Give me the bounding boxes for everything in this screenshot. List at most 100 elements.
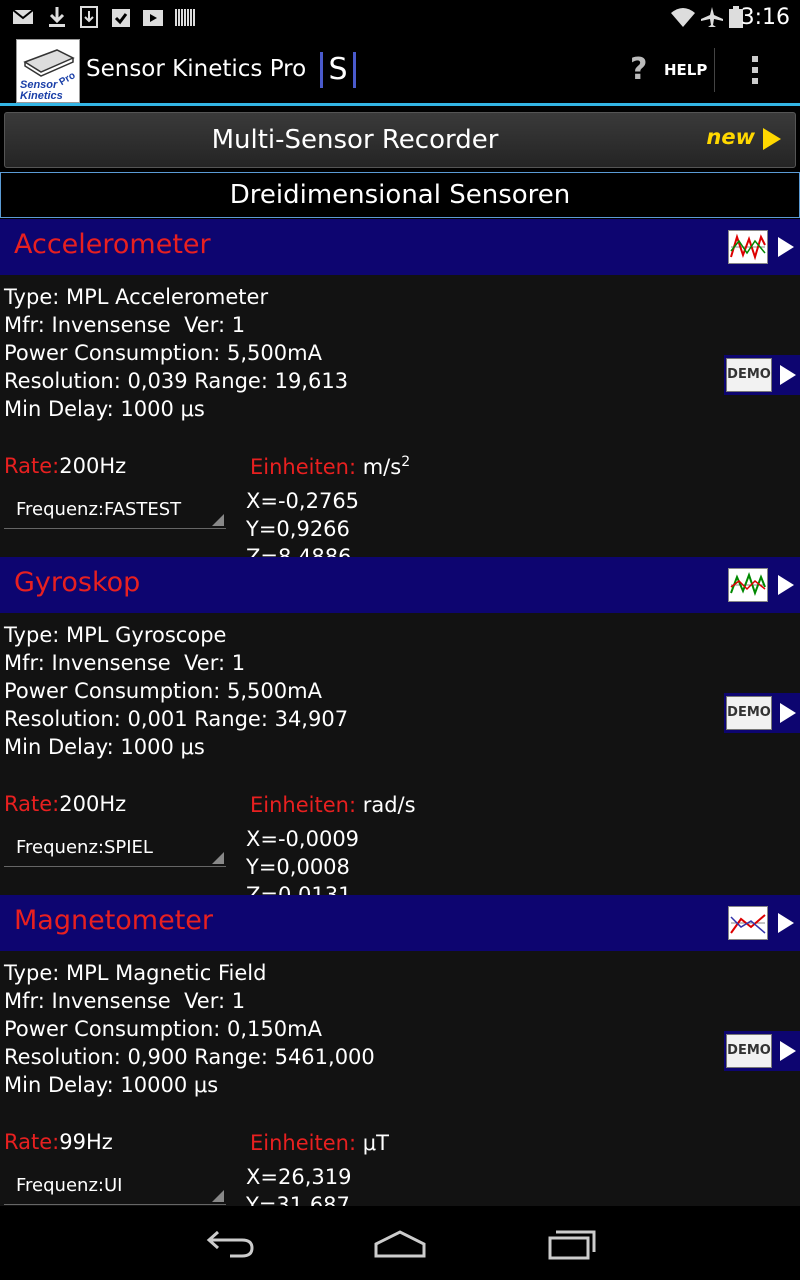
x-value: X=-0,0009: [246, 827, 360, 851]
sensor-mfr: Mfr: Invensense Ver: 1: [4, 989, 246, 1013]
sensor-resolution: Resolution: 0,001 Range: 34,907: [4, 707, 349, 731]
rate: Rate:200Hz: [4, 792, 126, 816]
sensor-header[interactable]: Accelerometer: [0, 219, 800, 275]
demo-label: DEMO: [726, 696, 772, 730]
units-label: Einheiten:: [250, 455, 357, 479]
sensor-resolution: Resolution: 0,900 Range: 5461,000: [4, 1045, 375, 1069]
app-logo[interactable]: Sensor Kinetics Pro: [16, 39, 80, 103]
navigation-bar: [0, 1206, 800, 1280]
app-title: Sensor Kinetics Pro: [86, 56, 307, 82]
play-arrow-icon: [780, 365, 796, 385]
sensor-min-delay: Min Delay: 1000 μs: [4, 397, 205, 421]
recents-icon[interactable]: [542, 1226, 602, 1262]
sensor-name: Magnetometer: [14, 905, 214, 936]
section-title: Dreidimensional Sensoren: [0, 172, 800, 218]
sensor-min-delay: Min Delay: 1000 μs: [4, 735, 205, 759]
play-store-icon: [143, 10, 163, 26]
sensor-kinetics-logo-icon: Sensor Kinetics Pro: [20, 49, 78, 102]
y-value: Y=0,9266: [246, 517, 350, 541]
frequency-dropdown[interactable]: Frequenz:FASTEST: [4, 491, 226, 529]
sensor-mfr: Mfr: Invensense Ver: 1: [4, 313, 246, 337]
sensor-mfr: Mfr: Invensense Ver: 1: [4, 651, 246, 675]
rate-value: 99Hz: [59, 1130, 113, 1154]
question-icon: ?: [630, 52, 648, 87]
graph-icon: [730, 914, 766, 934]
graph-icon: [730, 233, 766, 261]
play-arrow-icon: [778, 575, 794, 595]
demo-button[interactable]: DEMO: [724, 355, 800, 395]
frequency-value: Frequenz:SPIEL: [16, 837, 153, 858]
sensor-type: Type: MPL Accelerometer: [4, 285, 269, 309]
svg-text:Kinetics: Kinetics: [20, 90, 63, 102]
svg-text:Pro: Pro: [58, 70, 78, 88]
y-value: Y=0,0008: [246, 855, 350, 879]
units: Einheiten: m/s2: [250, 454, 410, 479]
x-value: X=-0,2765: [246, 489, 360, 513]
demo-label: DEMO: [726, 358, 772, 392]
graph-button[interactable]: [728, 227, 794, 267]
sensor-name: Accelerometer: [14, 229, 211, 260]
sensor-resolution: Resolution: 0,039 Range: 19,613: [4, 369, 349, 393]
download-box-icon: [80, 6, 98, 28]
play-arrow-icon: [778, 913, 794, 933]
rate-label: Rate:: [4, 792, 60, 816]
rate: Rate:99Hz: [4, 1130, 113, 1154]
sensor-body: Type: MPL Accelerometer Mfr: Invensense …: [0, 275, 800, 569]
dropdown-corner-icon: [212, 514, 224, 526]
graph-button[interactable]: [728, 565, 794, 605]
clock: 3:16: [740, 5, 790, 30]
sensor-body: Type: MPL Gyroscope Mfr: Invensense Ver:…: [0, 613, 800, 907]
wifi-icon: [671, 8, 695, 27]
units: Einheiten: rad/s: [250, 792, 416, 817]
play-arrow-icon: [780, 703, 796, 723]
s-mode-icon[interactable]: S: [320, 52, 356, 88]
clipboard-check-icon: [112, 9, 130, 27]
divider: [714, 48, 715, 92]
units-label: Einheiten:: [250, 793, 357, 817]
units-exponent: 2: [401, 454, 411, 470]
barcode-icon: [175, 9, 195, 26]
sensor-info: Type: MPL Accelerometer Mfr: Invensense …: [4, 283, 348, 423]
sensor-info: Type: MPL Gyroscope Mfr: Invensense Ver:…: [4, 621, 348, 761]
multi-sensor-recorder-button[interactable]: Multi-Sensor Recorder new: [4, 112, 796, 168]
units-value: rad/s: [362, 793, 416, 817]
units-value: m/s: [362, 455, 402, 479]
sensor-power: Power Consumption: 5,500mA: [4, 679, 322, 703]
frequency-dropdown[interactable]: Frequenz:UI: [4, 1167, 226, 1205]
status-bar: 3:16: [0, 0, 800, 34]
x-value: X=26,319: [246, 1165, 352, 1189]
help-label: HELP: [664, 61, 708, 79]
dropdown-corner-icon: [212, 1190, 224, 1202]
download-icon: [49, 7, 65, 27]
play-arrow-icon: [778, 237, 794, 257]
new-badge: new: [706, 125, 755, 149]
sensor-info: Type: MPL Magnetic Field Mfr: Invensense…: [4, 959, 375, 1099]
sensor-name: Gyroskop: [14, 567, 141, 598]
sensor-body: Type: MPL Magnetic Field Mfr: Invensense…: [0, 951, 800, 1217]
units-value: μT: [362, 1131, 389, 1155]
units: Einheiten: μT: [250, 1130, 389, 1155]
demo-label: DEMO: [726, 1034, 772, 1068]
play-arrow-icon: [780, 1041, 796, 1061]
mail-icon: [12, 9, 34, 24]
sensor-header[interactable]: Gyroskop: [0, 557, 800, 613]
rate: Rate:200Hz: [4, 454, 126, 478]
rate-label: Rate:: [4, 454, 60, 478]
dropdown-corner-icon: [212, 852, 224, 864]
frequency-dropdown[interactable]: Frequenz:SPIEL: [4, 829, 226, 867]
demo-button[interactable]: DEMO: [724, 693, 800, 733]
rate-value: 200Hz: [59, 454, 127, 478]
frequency-value: Frequenz:UI: [16, 1175, 123, 1196]
demo-button[interactable]: DEMO: [724, 1031, 800, 1071]
sensor-type: Type: MPL Magnetic Field: [4, 961, 267, 985]
sensor-type: Type: MPL Gyroscope: [4, 623, 227, 647]
overflow-menu-icon[interactable]: [752, 56, 760, 86]
frequency-value: Frequenz:FASTEST: [16, 499, 182, 520]
graph-icon: [730, 572, 766, 596]
back-icon[interactable]: [200, 1226, 260, 1262]
sensor-power: Power Consumption: 0,150mA: [4, 1017, 322, 1041]
sensor-power: Power Consumption: 5,500mA: [4, 341, 322, 365]
graph-button[interactable]: [728, 903, 794, 943]
home-icon[interactable]: [370, 1226, 430, 1262]
sensor-header[interactable]: Magnetometer: [0, 895, 800, 951]
